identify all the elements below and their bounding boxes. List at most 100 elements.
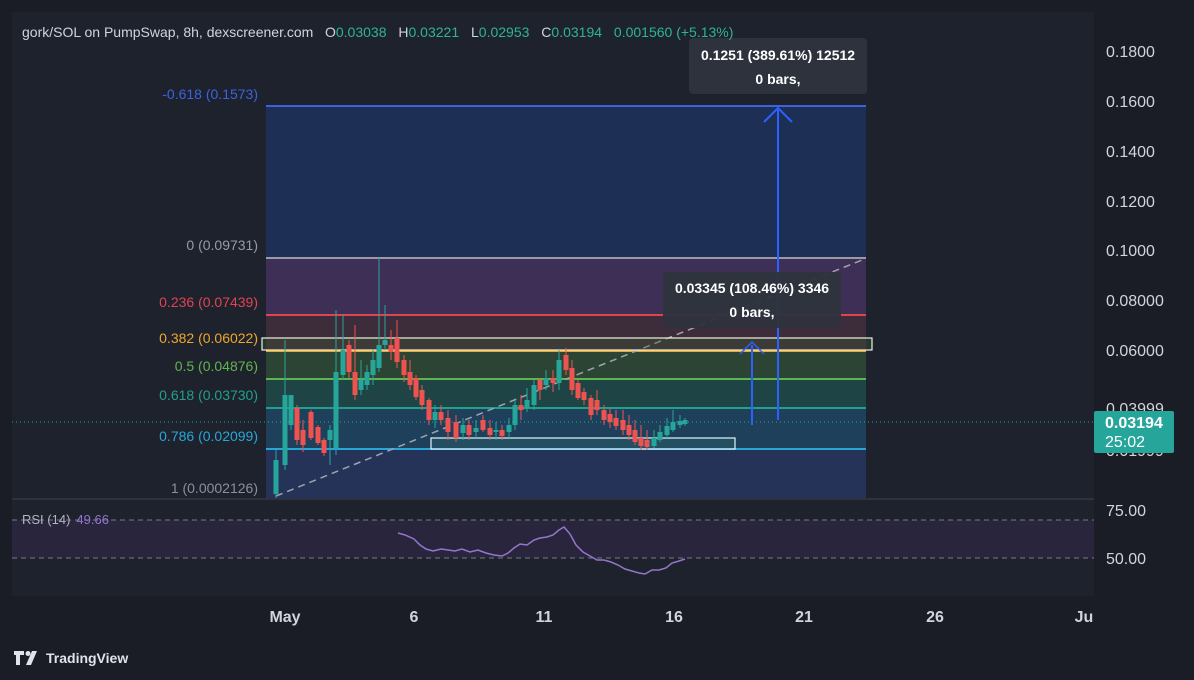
time-tick: 21 [795, 609, 813, 626]
candle-body [407, 372, 413, 385]
change-value: 0.001560 (+5.13%) [613, 24, 734, 40]
open-value: 0.03038 [335, 24, 387, 40]
fib-label-1: 1 (0.0002126) [171, 480, 258, 496]
candle-body [315, 427, 321, 443]
candle-body [581, 392, 587, 400]
candle-body [413, 378, 419, 397]
candle-body [670, 422, 676, 430]
candle-body [273, 460, 279, 494]
resistance-box[interactable] [261, 337, 873, 351]
price-axis[interactable]: 0.1800 0.1600 0.1400 0.1200 0.1000 0.080… [1106, 44, 1164, 460]
candle-body [493, 430, 499, 432]
support-box[interactable] [430, 437, 736, 450]
candle-body [626, 425, 632, 435]
open-label: O [324, 24, 336, 40]
candle-body [575, 383, 581, 398]
candle-body [682, 420, 688, 424]
fib-label-0: 0 (0.09731) [186, 237, 258, 253]
time-tick: 26 [926, 609, 944, 626]
candle-body [419, 390, 425, 405]
rsi-tick: 75.00 [1106, 503, 1146, 520]
candle-body [677, 421, 683, 425]
candle-body [569, 368, 575, 390]
close-label: C [541, 24, 552, 40]
measure-tooltip-long: 0.1251 (389.61%) 12512 0 bars, [689, 38, 867, 94]
candle-body [376, 345, 382, 368]
measure-value: 0.03345 (108.46%) 3346 [675, 280, 829, 296]
current-price-label: 0.03194 [1105, 415, 1163, 432]
candle-body [487, 428, 493, 435]
high-value: 0.03221 [408, 24, 460, 40]
candle-body [588, 398, 594, 415]
price-chart[interactable]: -0.618 (0.1573) 0 (0.09731) 0.236 (0.074… [0, 0, 1194, 680]
candle-body [394, 338, 400, 362]
candle-body [388, 345, 394, 352]
measure-bars: 0 bars, [755, 71, 800, 87]
candle-body [512, 405, 518, 425]
candle-body [638, 438, 644, 446]
time-axis[interactable]: May 6 11 16 21 26 Ju [269, 609, 1093, 626]
price-tick: 0.1400 [1106, 144, 1155, 161]
fib-zone-786 [266, 449, 866, 498]
candle-body [333, 372, 339, 448]
price-tick: 0.1200 [1106, 194, 1155, 211]
candle-body [358, 380, 364, 390]
brand-name: TradingView [46, 650, 129, 666]
time-tick: 16 [665, 609, 683, 626]
candle-body [282, 395, 288, 465]
countdown-label: 25:02 [1105, 434, 1145, 451]
rsi-band [12, 520, 1094, 558]
price-tick: 0.06000 [1106, 343, 1164, 360]
candle-body [346, 345, 352, 372]
fib-label-neg618: -0.618 (0.1573) [162, 86, 258, 102]
measure-value: 0.1251 (389.61%) 12512 [701, 47, 855, 63]
candle-body [506, 425, 512, 432]
rsi-legend[interactable]: RSI (14) 49.66 [22, 512, 109, 527]
candle-body [518, 405, 524, 410]
candle-body [537, 380, 543, 390]
time-tick: 11 [536, 609, 553, 626]
candle-body [644, 440, 650, 447]
candle-body [445, 418, 451, 432]
candle-body [321, 440, 327, 453]
candle-body [613, 418, 619, 426]
high-label: H [398, 24, 409, 40]
candle-body [651, 438, 657, 446]
candle-body [460, 425, 466, 433]
candle-body [364, 372, 370, 385]
candle-body [352, 372, 358, 395]
candle-body [556, 360, 562, 383]
candle-body [294, 408, 300, 440]
candle-body [480, 420, 486, 430]
symbol-title: gork/SOL on PumpSwap, 8h, dexscreener.co… [22, 24, 314, 40]
rsi-label: RSI (14) [22, 512, 71, 527]
fib-zone-top [266, 106, 866, 258]
candle-body [288, 395, 294, 425]
price-tick: 0.1000 [1106, 243, 1155, 260]
candle-body [327, 430, 333, 440]
candle-body [524, 400, 530, 408]
candle-body [543, 378, 549, 385]
current-price-badge: 0.03194 25:02 [1094, 411, 1174, 453]
candle-body [563, 355, 569, 370]
price-tick: 0.1600 [1106, 94, 1155, 111]
candle-body [601, 410, 607, 420]
candle-body [382, 340, 388, 345]
candle-body [594, 400, 600, 410]
price-tick: 0.1800 [1106, 44, 1155, 61]
measure-bars: 0 bars, [729, 304, 774, 320]
rsi-axis: 75.00 50.00 [1106, 503, 1146, 568]
candle-body [300, 430, 306, 445]
time-tick: 6 [410, 609, 419, 626]
fib-label-236: 0.236 (0.07439) [159, 294, 258, 310]
time-tick: Ju [1075, 609, 1094, 626]
candle-body [473, 428, 479, 432]
candle-body [453, 422, 459, 438]
candle-body [370, 360, 376, 375]
candle-body [340, 350, 346, 375]
candle-body [531, 385, 537, 405]
tradingview-logo[interactable]: TradingView [14, 650, 128, 666]
candle-body [550, 378, 556, 383]
chart-frame: -0.618 (0.1573) 0 (0.09731) 0.236 (0.074… [0, 0, 1194, 680]
price-tick: 0.08000 [1106, 293, 1164, 310]
